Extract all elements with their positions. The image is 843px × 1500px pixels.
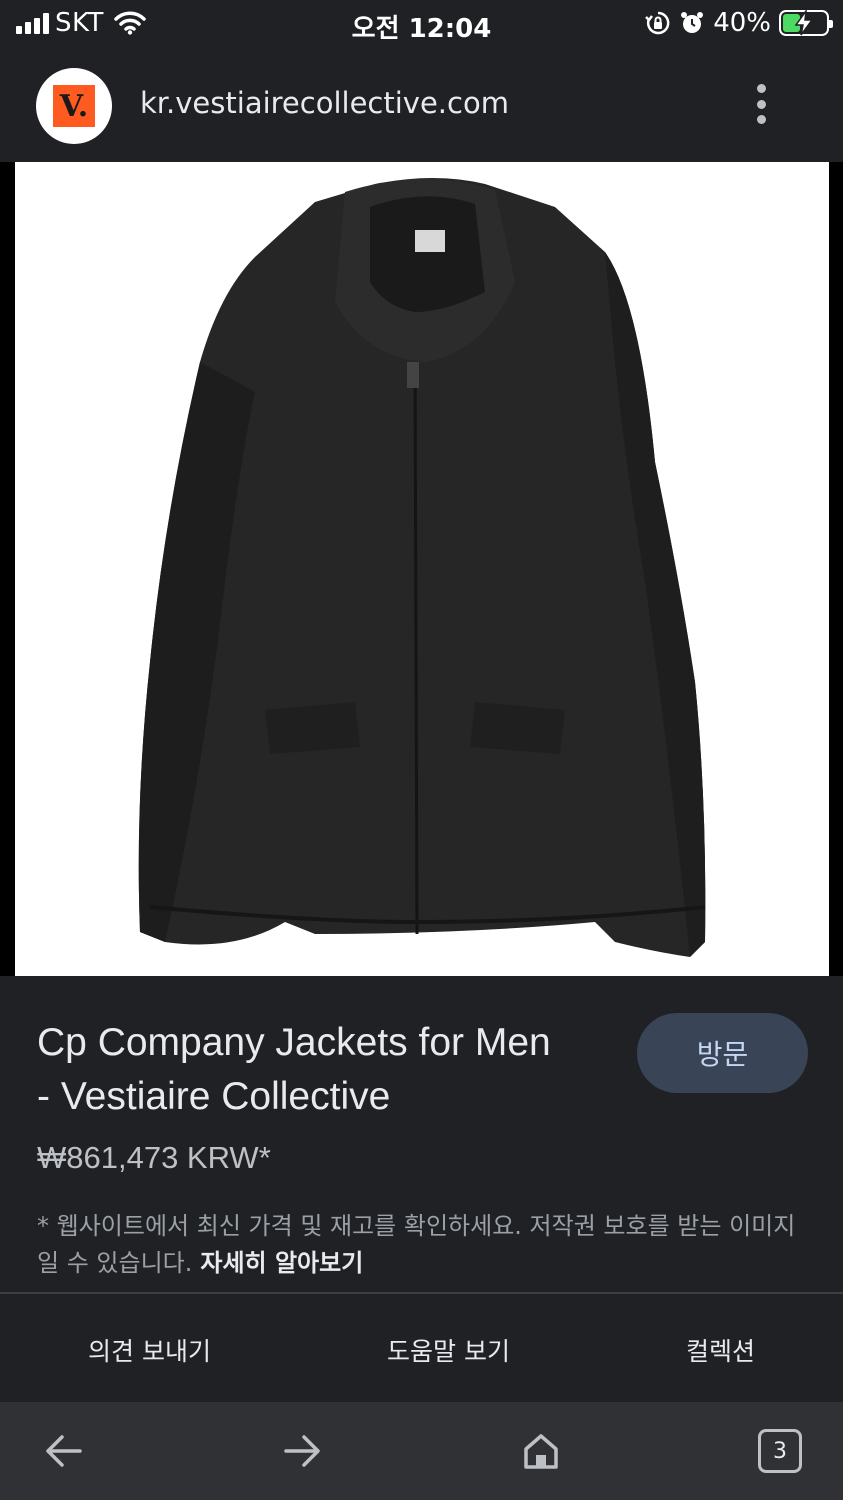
site-header: V. kr.vestiairecollective.com bbox=[0, 48, 843, 162]
product-info: Cp Company Jackets for Men - Vestiaire C… bbox=[0, 976, 843, 1292]
tab-count: 3 bbox=[758, 1429, 802, 1473]
send-feedback-link[interactable]: 의견 보내기 bbox=[88, 1332, 211, 1368]
product-title-line-1: Cp Company Jackets for Men bbox=[37, 1021, 551, 1064]
charging-bolt-icon bbox=[794, 10, 814, 36]
wifi-icon bbox=[114, 11, 146, 35]
learn-more-link[interactable]: 자세히 알아보기 bbox=[200, 1249, 363, 1277]
orientation-lock-icon bbox=[645, 11, 670, 35]
collections-link[interactable]: 컬렉션 bbox=[686, 1332, 755, 1368]
battery-percent: 40% bbox=[713, 8, 771, 38]
disclaimer: * 웹사이트에서 최신 가격 및 재고를 확인하세요. 저작권 보호를 받는 이… bbox=[37, 1208, 807, 1282]
product-title-line-2: - Vestiaire Collective bbox=[37, 1075, 391, 1118]
disclaimer-text: * 웹사이트에서 최신 가격 및 재고를 확인하세요. 저작권 보호를 받는 이… bbox=[37, 1212, 796, 1277]
home-icon bbox=[524, 1434, 558, 1469]
back-button[interactable] bbox=[39, 1426, 89, 1476]
footer-links: 의견 보내기 도움말 보기 컬렉션 bbox=[0, 1292, 843, 1402]
product-image[interactable] bbox=[15, 162, 829, 976]
carrier-label: SKT bbox=[55, 8, 104, 38]
jacket-image bbox=[138, 178, 706, 957]
signal-icon bbox=[16, 12, 49, 34]
visit-button[interactable]: 방문 bbox=[637, 1013, 808, 1093]
site-favicon[interactable]: V. bbox=[36, 68, 112, 144]
site-logo: V. bbox=[53, 85, 95, 127]
product-price: ₩861,473 KRW* bbox=[37, 1140, 271, 1175]
status-left: SKT bbox=[16, 8, 146, 38]
dot bbox=[756, 84, 766, 93]
alarm-icon bbox=[681, 12, 704, 33]
forward-button[interactable] bbox=[277, 1426, 327, 1476]
site-url[interactable]: kr.vestiairecollective.com bbox=[140, 86, 509, 120]
help-link[interactable]: 도움말 보기 bbox=[387, 1332, 510, 1368]
back-arrow-icon bbox=[46, 1435, 82, 1467]
status-bar: SKT 오전 12:04 40% bbox=[0, 0, 843, 48]
dot bbox=[756, 99, 766, 109]
battery-cap bbox=[829, 20, 833, 28]
battery-icon bbox=[779, 10, 833, 36]
dot bbox=[756, 115, 766, 124]
product-title[interactable]: Cp Company Jackets for Men - Vestiaire C… bbox=[37, 1016, 617, 1124]
tabs-button[interactable]: 3 bbox=[755, 1426, 805, 1476]
forward-arrow-icon bbox=[284, 1435, 320, 1467]
status-right: 40% bbox=[645, 8, 833, 38]
image-frame bbox=[0, 162, 843, 976]
browser-toolbar: 3 bbox=[0, 1402, 843, 1500]
more-options-button[interactable] bbox=[749, 84, 773, 124]
home-button[interactable] bbox=[516, 1426, 566, 1476]
